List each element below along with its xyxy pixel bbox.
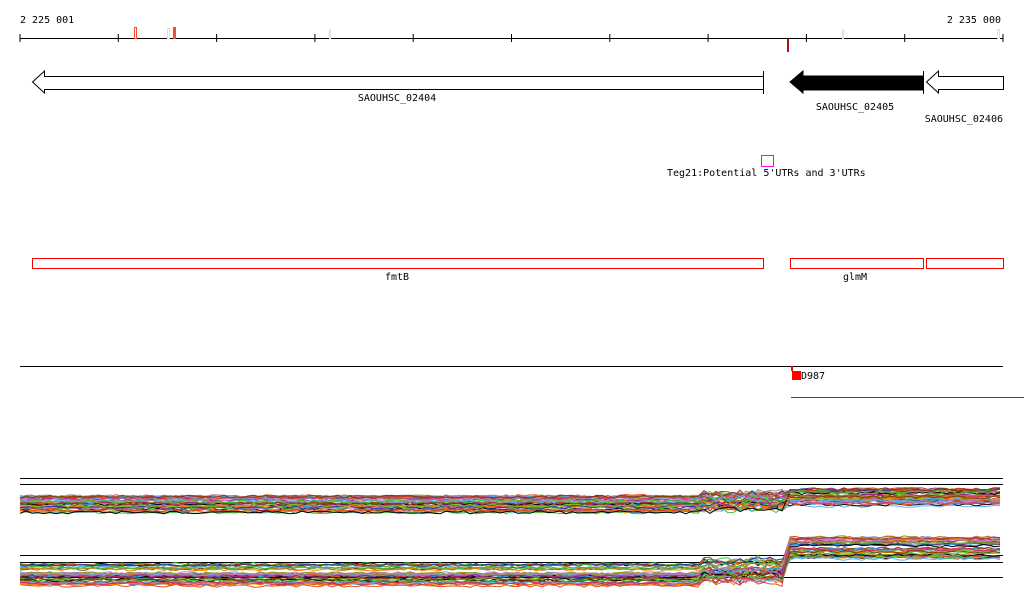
annotation-label: fmtB <box>385 272 409 283</box>
utr-box[interactable] <box>761 155 774 167</box>
ruler-end-label: 2 235 000 <box>947 15 1001 26</box>
gene-label: SAOUHSC_02404 <box>358 93 436 104</box>
variant-label: D987 <box>801 371 825 382</box>
ruler-mark[interactable] <box>997 29 1000 39</box>
ruler-mark[interactable] <box>842 29 844 39</box>
ruler-mark[interactable] <box>787 39 789 52</box>
gene-SAOUHSC_02404[interactable]: SAOUHSC_02404 <box>31 69 764 104</box>
gene-track: SAOUHSC_02404 SAOUHSC_02405 SAOUHSC_0240… <box>31 69 1004 125</box>
variant-marker[interactable] <box>792 371 801 380</box>
annotation-feature[interactable] <box>926 258 1004 269</box>
ruler-start-label: 2 225 001 <box>20 15 74 26</box>
gene-SAOUHSC_02406[interactable]: SAOUHSC_02406 <box>925 69 1004 125</box>
annotation-label: glmM <box>843 272 867 283</box>
annotation-fmtB[interactable] <box>32 258 764 269</box>
gene-SAOUHSC_02405[interactable]: SAOUHSC_02405 <box>789 69 924 113</box>
variant-track: D987 <box>20 366 1024 398</box>
utr-label: Teg21:Potential 5'UTRs and 3'UTRs <box>667 168 866 179</box>
expression-track-1 <box>19 478 1003 515</box>
ruler-mark[interactable] <box>134 27 137 39</box>
coordinate-ruler: 2 225 001 2 235 000 <box>19 15 1004 52</box>
ruler-mark[interactable] <box>329 29 331 39</box>
ruler-mark[interactable] <box>173 27 176 39</box>
annotation-track: fmtB glmM <box>32 258 1004 283</box>
utr-feature[interactable]: Teg21:Potential 5'UTRs and 3'UTRs <box>667 155 866 180</box>
genome-browser: 2 225 001 2 235 000 SAOUHSC_02404 SAOUHS… <box>19 15 1024 588</box>
gene-label: SAOUHSC_02406 <box>925 114 1003 125</box>
gene-label: SAOUHSC_02405 <box>816 102 894 113</box>
ruler-mark[interactable] <box>167 28 170 39</box>
annotation-glmM[interactable] <box>790 258 924 269</box>
expression-track-2 <box>19 535 1003 588</box>
